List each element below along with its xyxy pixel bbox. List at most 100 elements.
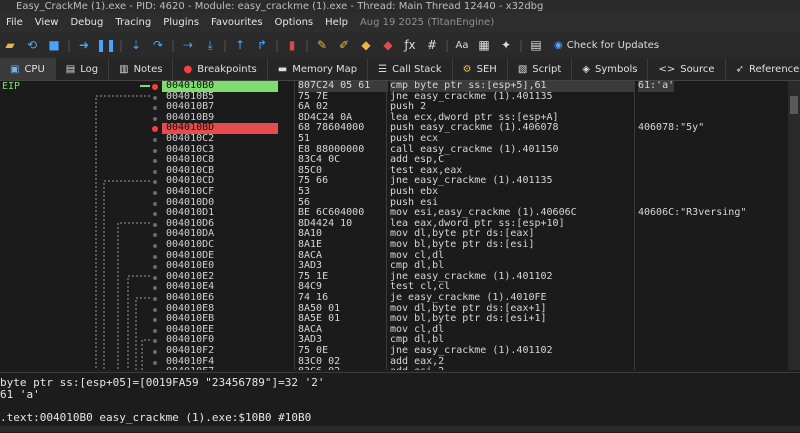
seh-icon: ⚙ — [462, 63, 472, 75]
menu-view[interactable]: View — [29, 17, 65, 28]
scylla-icon[interactable]: ▮ — [282, 35, 302, 55]
disassembly-row[interactable]: 004010F7 83C6 02add esi,2 — [0, 367, 790, 370]
breakpoint-slot-icon[interactable] — [153, 201, 157, 206]
patch-icon[interactable]: ✎ — [312, 35, 332, 55]
menu-plugins[interactable]: Plugins — [157, 17, 205, 28]
source-icon: <> — [658, 63, 676, 75]
bytes-cell: 83C6 02 — [298, 367, 388, 370]
tab-call-stack[interactable]: ☰ Call Stack — [368, 58, 453, 80]
tab-label: Breakpoints — [197, 63, 257, 75]
breakpoint-slot-icon[interactable] — [153, 275, 157, 280]
breakpoint-slot-icon[interactable] — [153, 191, 157, 195]
tab-symbols[interactable]: ◈ Symbols — [572, 58, 649, 80]
font-icon[interactable]: Aa — [452, 35, 472, 55]
tab-breakpoints[interactable]: ● Breakpoints — [173, 58, 268, 80]
disassembly-row[interactable]: 004010B0 807C24 05 61 cmp byte ptr ss:[esp… — [0, 81, 790, 92]
address-cell: 004010F7 — [162, 367, 278, 370]
vertical-scrollbar[interactable] — [788, 81, 800, 370]
toolbar-separator: | — [222, 38, 228, 52]
toolbar-separator: | — [118, 38, 124, 52]
execute-till-return-icon[interactable]: ↑ — [230, 35, 250, 55]
menu-bar: File View Debug Tracing Plugins Favourit… — [0, 13, 800, 32]
info-panel: byte ptr ss:[esp+05]=[0019FA59 "23456789… — [0, 372, 800, 433]
breakpoint-slot-icon[interactable] — [153, 265, 157, 270]
function-icon[interactable]: ƒx — [400, 35, 420, 55]
bytes-cell: 74 16 — [298, 292, 329, 303]
check-updates-button[interactable]: ◉ Check for Updates — [548, 35, 665, 55]
breakpoint-slot-icon[interactable] — [153, 95, 157, 100]
step-into-icon[interactable]: ⇣ — [126, 35, 146, 55]
calculator-icon[interactable]: ▦ — [474, 35, 494, 55]
menu-favourites[interactable]: Favourites — [205, 17, 269, 28]
disassembly-row[interactable]: 004010DC 8A1E mov bl,byte ptr ds:[esi] — [0, 239, 790, 251]
tab-script[interactable]: ▧ Script — [508, 58, 573, 80]
breakpoint-slot-icon[interactable] — [153, 328, 157, 333]
breakpoint-slot-icon[interactable] — [153, 116, 157, 121]
address-cell: 004010C2 — [166, 133, 215, 144]
breakpoint-slot-icon[interactable] — [153, 169, 157, 174]
menu-debug[interactable]: Debug — [64, 17, 109, 28]
breakpoint-slot-icon[interactable] — [153, 307, 157, 312]
tab-notes[interactable]: ▥ Notes — [109, 58, 174, 80]
breakpoint-slot-icon[interactable] — [153, 297, 157, 301]
breakpoint-slot-icon[interactable] — [153, 222, 157, 227]
info-line-operand: byte ptr ss:[esp+05]=[0019FA59 "23456789… — [0, 376, 325, 389]
breakpoint-slot-icon[interactable] — [153, 286, 157, 291]
disassembly-row[interactable]: 004010CF 53 push ebx — [0, 186, 790, 198]
tab-cpu[interactable]: ▣ CPU — [0, 58, 56, 80]
disassembly-view[interactable]: EIP 004010B0 807C24 05 61 cmp byte ptr ss:… — [0, 81, 800, 370]
breakpoint-slot-icon[interactable] — [153, 159, 157, 164]
breakpoint-slot-icon[interactable] — [153, 360, 157, 365]
run-to-user-code-icon[interactable]: ↱ — [252, 35, 272, 55]
breakpoint-slot-icon[interactable] — [153, 339, 157, 344]
trace-into-icon[interactable]: ⇢ — [178, 35, 198, 55]
open-icon[interactable]: ▰ — [0, 35, 20, 55]
scrollbar-thumb[interactable] — [790, 96, 798, 114]
settings-icon[interactable]: ✦ — [496, 35, 516, 55]
breakpoint-slot-icon[interactable] — [153, 254, 157, 259]
label-icon[interactable]: ◆ — [356, 35, 376, 55]
comment-icon[interactable]: ✐ — [334, 35, 354, 55]
breakpoint-slot-icon[interactable] — [153, 350, 157, 354]
menu-options[interactable]: Options — [269, 17, 320, 28]
tab-references[interactable]: ➶ References — [726, 58, 800, 80]
breakpoint-slot-icon[interactable] — [153, 106, 157, 111]
status-bar — [0, 426, 800, 432]
breakpoint-slot-icon[interactable] — [153, 212, 157, 217]
notes-icon[interactable]: ▤ — [526, 35, 546, 55]
menu-file[interactable]: File — [0, 17, 29, 28]
tab-log[interactable]: ▤ Log — [56, 58, 110, 80]
tab-label: Notes — [133, 63, 163, 75]
breakpoint-slot-icon[interactable] — [153, 318, 157, 323]
tab-seh[interactable]: ⚙ SEH — [453, 58, 508, 80]
breakpoint-slot-icon[interactable] — [153, 244, 157, 248]
breakpoint-icon[interactable] — [152, 84, 158, 90]
tab-memory-map[interactable]: ▬ Memory Map — [268, 58, 369, 80]
menu-help[interactable]: Help — [319, 17, 354, 28]
symbols-icon: ◈ — [582, 63, 590, 75]
menu-tracing[interactable]: Tracing — [109, 17, 157, 28]
step-over-icon[interactable]: ↷ — [148, 35, 168, 55]
log-icon: ▤ — [65, 63, 76, 75]
breakpoint-icon[interactable] — [152, 126, 158, 133]
disassembly-cell: mov bl,byte ptr ds:[esi] — [390, 239, 535, 250]
toolbar-separator: | — [444, 38, 450, 52]
disassembly-row[interactable]: 004010E6 74 16 je easy_crackme (1).4010FE — [0, 292, 790, 304]
tab-source[interactable]: <> Source — [648, 58, 726, 80]
pause-icon[interactable]: ❚❚ — [96, 35, 116, 55]
toolbar-separator: | — [170, 38, 176, 52]
disassembly-row[interactable]: 004010F2 75 0E jne easy_crackme (1).401102 — [0, 345, 790, 357]
hash-icon[interactable]: # — [422, 35, 442, 55]
run-icon[interactable]: ➜ — [74, 35, 94, 55]
references-icon: ➶ — [735, 63, 744, 75]
disassembly-cell: add esi,2 — [390, 367, 635, 370]
disassembly-row[interactable]: 004010C2 51 push ecx — [0, 133, 790, 145]
breakpoint-slot-icon[interactable] — [153, 233, 157, 238]
trace-over-icon[interactable]: ⤓ — [200, 35, 220, 55]
breakpoint-slot-icon[interactable] — [153, 180, 157, 185]
stop-icon[interactable]: ■ — [44, 35, 64, 55]
breakpoint-slot-icon[interactable] — [153, 138, 157, 142]
bookmark-icon[interactable]: ◆ — [378, 35, 398, 55]
breakpoint-slot-icon[interactable] — [153, 148, 157, 153]
restart-icon[interactable]: ⟲ — [22, 35, 42, 55]
